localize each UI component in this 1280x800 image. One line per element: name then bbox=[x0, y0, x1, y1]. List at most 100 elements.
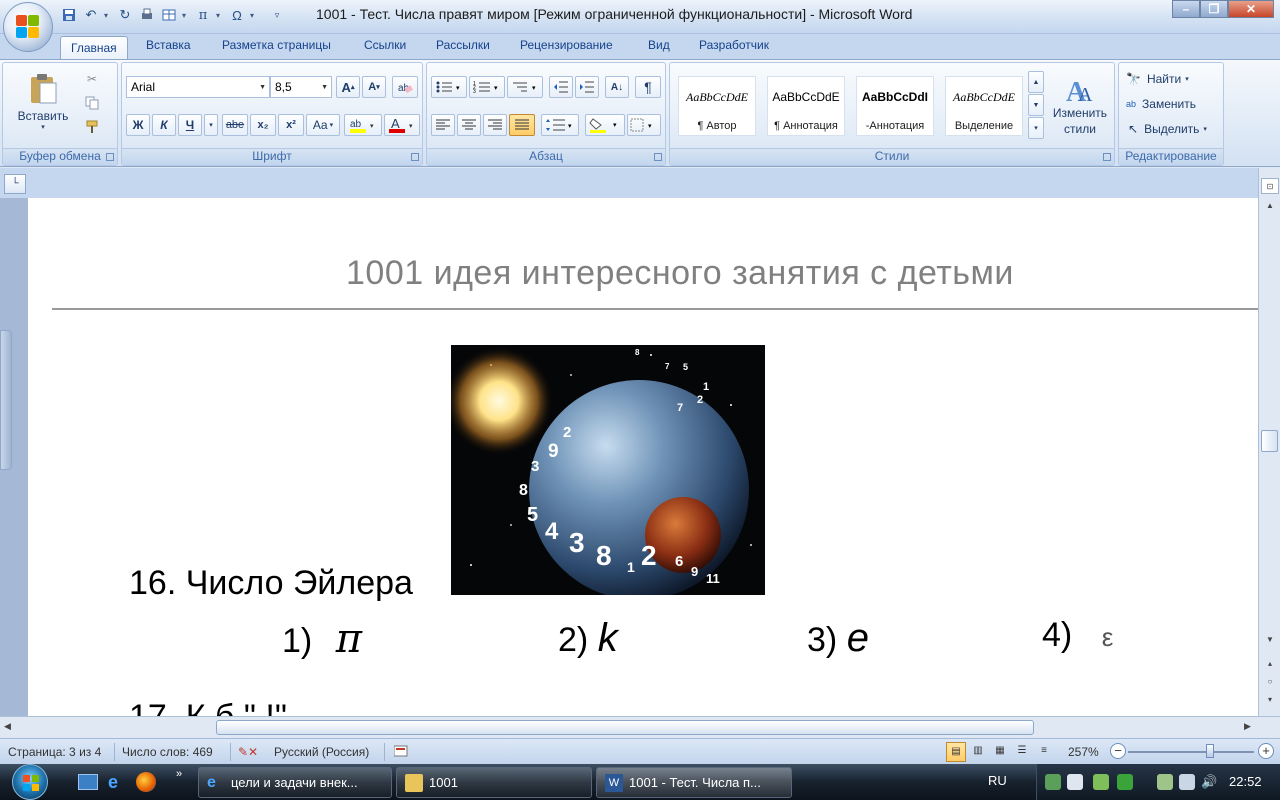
tab-review[interactable]: Рецензирование bbox=[520, 38, 613, 52]
bold-button[interactable]: Ж bbox=[126, 114, 150, 136]
symbol-dropdown-icon[interactable]: ▾ bbox=[250, 11, 258, 20]
increase-indent-icon[interactable] bbox=[575, 76, 599, 98]
scroll-right-icon[interactable]: ▶ bbox=[1244, 721, 1251, 732]
zoom-out-icon[interactable]: − bbox=[1110, 743, 1126, 759]
horizontal-scroll-thumb[interactable] bbox=[216, 720, 1034, 735]
superscript-button[interactable]: x² bbox=[278, 114, 304, 136]
power-tray-icon[interactable] bbox=[1157, 774, 1173, 790]
show-marks-button[interactable]: ¶ bbox=[635, 76, 661, 98]
document-page[interactable]: 1001 идея интересного занятия с детьми 8… bbox=[28, 198, 1258, 716]
tab-insert[interactable]: Вставка bbox=[146, 38, 191, 52]
font-name-combo[interactable]: Arial ▼ bbox=[126, 76, 270, 98]
network-tray-icon[interactable] bbox=[1045, 774, 1061, 790]
task-folder-window[interactable]: 1001 bbox=[396, 767, 592, 798]
volume-icon[interactable]: 🔊 bbox=[1201, 774, 1217, 790]
zoom-slider[interactable] bbox=[1128, 751, 1254, 753]
horizontal-scrollbar[interactable]: ◀ ▶ bbox=[0, 716, 1280, 738]
office-button[interactable] bbox=[3, 2, 53, 52]
style-author[interactable]: AaBbCcDdE ¶ Автор bbox=[678, 76, 756, 136]
cut-icon[interactable]: ✂ bbox=[81, 69, 103, 89]
pi-equation-icon[interactable]: π bbox=[194, 6, 212, 24]
equation-dropdown-icon[interactable]: ▾ bbox=[216, 11, 224, 20]
task-ie-window[interactable]: e цели и задачи внек... bbox=[198, 767, 392, 798]
style-emphasis[interactable]: AaBbCcDdE Выделение bbox=[945, 76, 1023, 136]
paste-button[interactable]: Вставить ▾ bbox=[11, 67, 75, 137]
customize-qat-icon[interactable]: ▿ bbox=[268, 6, 286, 24]
show-desktop-icon[interactable] bbox=[78, 774, 98, 790]
bullets-icon[interactable]: ▾ bbox=[431, 76, 467, 98]
print-layout-icon[interactable]: ▤ bbox=[946, 742, 966, 762]
decrease-indent-icon[interactable] bbox=[549, 76, 573, 98]
styles-launcher-icon[interactable] bbox=[1103, 153, 1111, 161]
tab-page-layout[interactable]: Разметка страницы bbox=[222, 38, 331, 52]
line-spacing-icon[interactable]: ▾ bbox=[541, 114, 579, 136]
page-count[interactable]: Страница: 3 из 4 bbox=[8, 745, 101, 759]
underline-dropdown-icon[interactable]: ▾ bbox=[204, 114, 218, 136]
format-painter-icon[interactable] bbox=[81, 117, 103, 137]
vertical-scroll-thumb[interactable] bbox=[1261, 430, 1278, 452]
replace-button[interactable]: ab Заменить bbox=[1123, 94, 1221, 114]
find-button[interactable]: 🔭 Найти ▾ bbox=[1123, 69, 1221, 89]
multilevel-list-icon[interactable]: ▾ bbox=[507, 76, 543, 98]
underline-button[interactable]: Ч bbox=[178, 114, 202, 136]
network-connection-icon[interactable] bbox=[1179, 774, 1195, 790]
print-preview-icon[interactable] bbox=[138, 6, 156, 24]
style-annotation-dash[interactable]: AaBbCcDdI -Аннотация bbox=[856, 76, 934, 136]
align-right-icon[interactable] bbox=[483, 114, 507, 136]
redo-icon[interactable]: ↻ bbox=[116, 6, 134, 24]
grow-font-button[interactable]: A ▴ bbox=[336, 76, 360, 98]
clear-format-icon[interactable]: ab bbox=[392, 76, 418, 98]
macro-record-icon[interactable] bbox=[393, 745, 408, 760]
sort-icon[interactable]: A↓ bbox=[605, 76, 629, 98]
zoom-slider-thumb[interactable] bbox=[1206, 744, 1214, 758]
spelling-check-icon[interactable]: ✎✕ bbox=[238, 745, 258, 759]
omega-symbol-icon[interactable]: Ω bbox=[228, 6, 246, 24]
styles-scroll-down-icon[interactable]: ▼ bbox=[1028, 94, 1044, 116]
numbering-icon[interactable]: 1 2 3 ▾ bbox=[469, 76, 505, 98]
view-ruler-icon[interactable]: ⊡ bbox=[1261, 178, 1279, 194]
font-color-button[interactable]: A ▾ bbox=[384, 114, 420, 136]
font-launcher-icon[interactable] bbox=[411, 153, 419, 161]
align-left-icon[interactable] bbox=[431, 114, 455, 136]
restore-button[interactable]: ❐ bbox=[1200, 0, 1228, 18]
undo-icon[interactable]: ↶ bbox=[82, 6, 100, 24]
minimize-button[interactable]: – bbox=[1172, 0, 1200, 18]
firefox-icon[interactable] bbox=[136, 772, 156, 792]
table-icon[interactable] bbox=[160, 6, 178, 24]
tab-developer[interactable]: Разработчик bbox=[699, 38, 769, 52]
scroll-down-icon[interactable]: ▼ bbox=[1261, 632, 1279, 648]
shading-icon[interactable]: ▾ bbox=[585, 114, 625, 136]
justify-icon[interactable] bbox=[509, 114, 535, 136]
web-layout-icon[interactable]: ▦ bbox=[990, 742, 1010, 762]
save-icon[interactable] bbox=[60, 6, 78, 24]
quick-launch-more-icon[interactable]: » bbox=[176, 768, 182, 780]
align-center-icon[interactable] bbox=[457, 114, 481, 136]
outline-view-icon[interactable]: ☰ bbox=[1012, 742, 1032, 762]
internet-explorer-icon[interactable]: e bbox=[108, 772, 128, 792]
task-word-window[interactable]: W 1001 - Тест. Числа п... bbox=[596, 767, 792, 798]
undo-dropdown-icon[interactable]: ▾ bbox=[104, 11, 112, 20]
italic-button[interactable]: К bbox=[152, 114, 176, 136]
select-button[interactable]: ↖ Выделить ▾ bbox=[1123, 119, 1221, 139]
tab-references[interactable]: Ссылки bbox=[364, 38, 406, 52]
next-page-icon[interactable]: ▾ bbox=[1261, 692, 1279, 708]
tab-home[interactable]: Главная bbox=[60, 36, 128, 60]
scroll-up-icon[interactable]: ▲ bbox=[1261, 198, 1279, 214]
styles-scroll-up-icon[interactable]: ▲ bbox=[1028, 71, 1044, 93]
draft-view-icon[interactable]: ≡ bbox=[1034, 742, 1054, 762]
change-case-button[interactable]: Aa ▾ bbox=[306, 114, 340, 136]
scroll-left-icon[interactable]: ◀ bbox=[4, 721, 11, 732]
tab-stop-selector-icon[interactable]: └ bbox=[4, 174, 26, 194]
full-screen-reading-icon[interactable]: ▥ bbox=[968, 742, 988, 762]
font-size-combo[interactable]: 8,5 ▼ bbox=[270, 76, 332, 98]
browse-object-icon[interactable]: ○ bbox=[1261, 674, 1279, 690]
table-dropdown-icon[interactable]: ▾ bbox=[182, 11, 190, 20]
paragraph-launcher-icon[interactable] bbox=[654, 153, 662, 161]
zoom-in-icon[interactable]: + bbox=[1258, 743, 1274, 759]
subscript-button[interactable]: x₂ bbox=[250, 114, 276, 136]
sync-tray-icon[interactable] bbox=[1093, 774, 1109, 790]
security-tray-icon[interactable] bbox=[1117, 774, 1133, 790]
language-indicator[interactable]: Русский (Россия) bbox=[274, 745, 369, 759]
previous-page-icon[interactable]: ▴ bbox=[1261, 656, 1279, 672]
strikethrough-button[interactable]: abe bbox=[222, 114, 248, 136]
